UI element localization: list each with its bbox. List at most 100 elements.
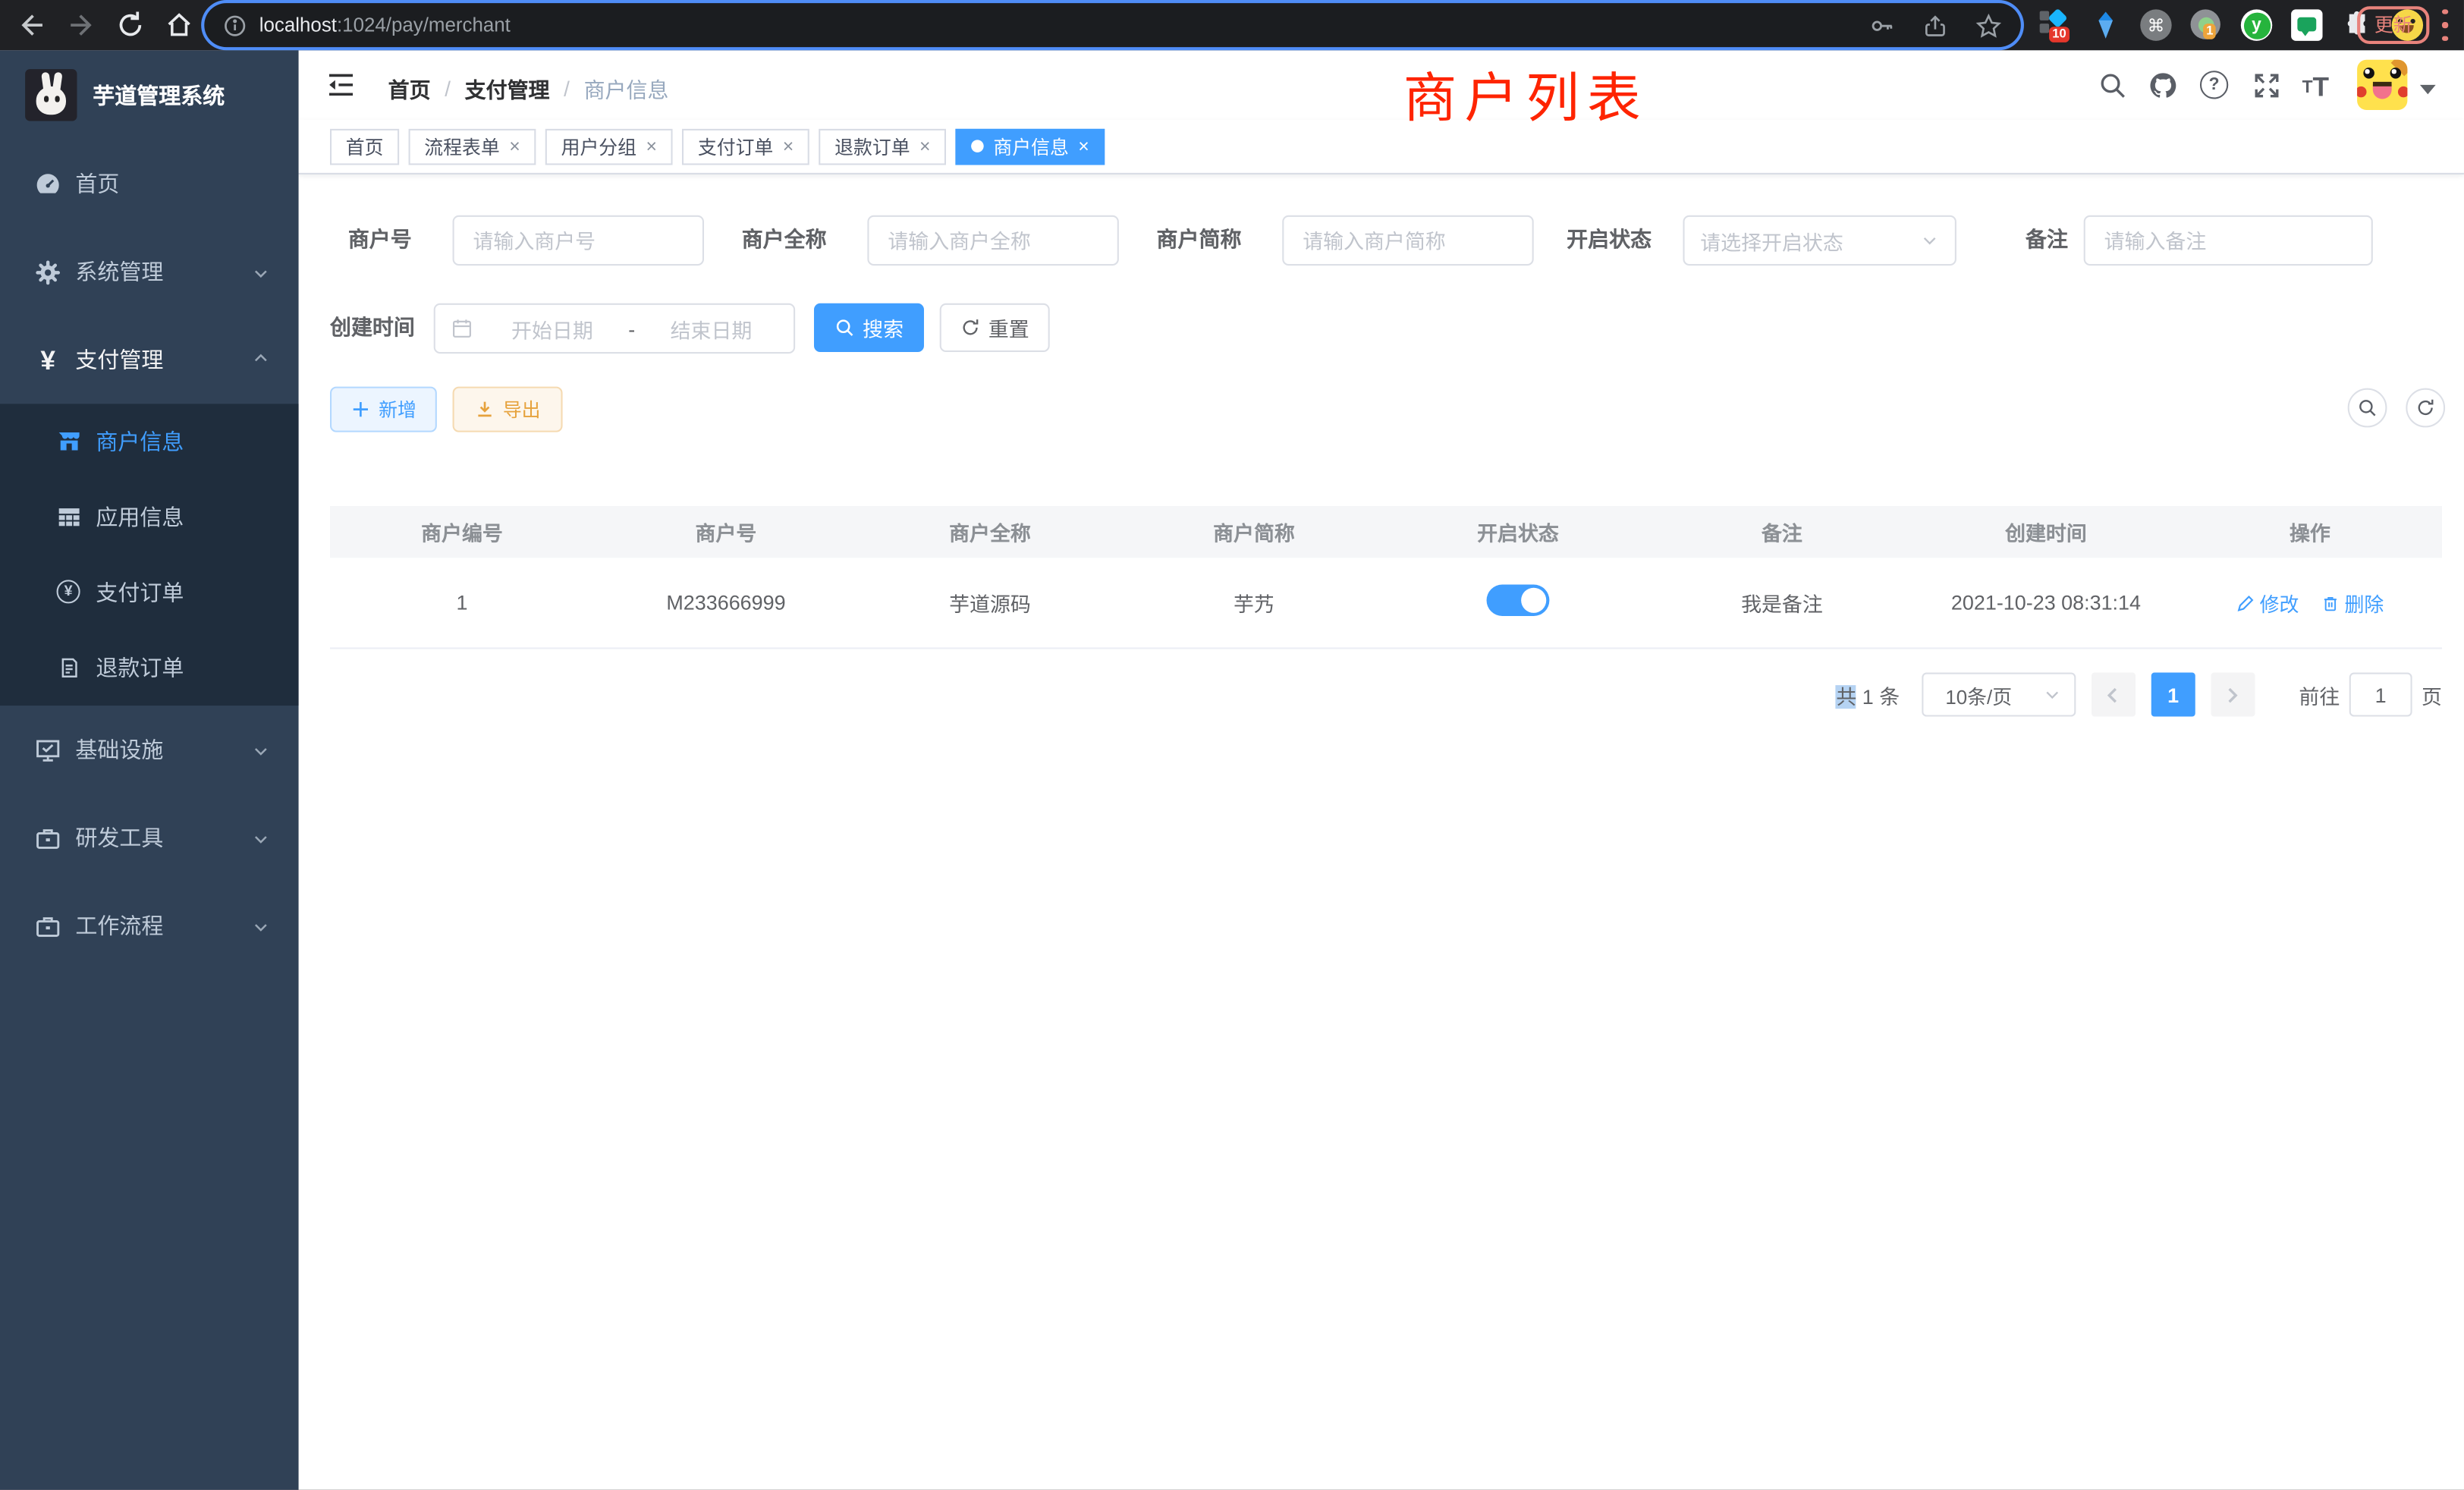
- cell-merchant-no: M233666999: [594, 591, 858, 615]
- github-icon[interactable]: [2148, 71, 2178, 100]
- fullscreen-icon[interactable]: [2252, 71, 2281, 100]
- table-row: 1 M233666999 芋道源码 芋艿 我是备注 2021-10-23 08:…: [330, 558, 2442, 649]
- short-name-input[interactable]: [1282, 215, 1533, 266]
- goto-label: 前往: [2299, 680, 2340, 709]
- close-icon[interactable]: ×: [509, 137, 520, 156]
- pay-submenu: 商户信息 应用信息 ¥ 支付订单 退款订单: [0, 404, 299, 706]
- tab-merchant-info[interactable]: 商户信息×: [956, 128, 1105, 165]
- extension-chat-icon[interactable]: [2291, 9, 2322, 40]
- reset-button[interactable]: 重置: [940, 303, 1050, 352]
- tab-refund-order[interactable]: 退款订单×: [819, 128, 946, 165]
- edit-link[interactable]: 修改: [2236, 588, 2299, 618]
- sidebar-item-label: 支付管理: [75, 344, 163, 376]
- sidebar-item-workflow[interactable]: 工作流程: [0, 882, 299, 970]
- sidebar-item-label: 应用信息: [96, 501, 184, 533]
- next-page-button[interactable]: [2211, 673, 2255, 717]
- password-key-icon[interactable]: [1868, 12, 1895, 39]
- browser-menu-icon[interactable]: [2442, 9, 2448, 40]
- toolbox-icon: [35, 824, 61, 850]
- breadcrumb: 首页 / 支付管理 / 商户信息: [388, 72, 669, 103]
- sidebar-item-merchant-info[interactable]: 商户信息: [0, 404, 299, 479]
- browser-forward-icon[interactable]: [66, 9, 97, 40]
- search-button[interactable]: 搜索: [814, 303, 924, 352]
- add-button[interactable]: 新增: [330, 387, 437, 432]
- close-icon[interactable]: ×: [646, 137, 657, 156]
- sidebar-item-refund-order[interactable]: 退款订单: [0, 630, 299, 706]
- chevron-down-icon: [1920, 231, 1939, 250]
- cell-merchant-id: 1: [330, 591, 594, 615]
- extension-blocks-icon[interactable]: 10: [2040, 9, 2071, 40]
- chevron-down-icon: [251, 262, 270, 281]
- tab-user-group[interactable]: 用户分组×: [545, 128, 673, 165]
- sidebar-item-infra[interactable]: 基础设施: [0, 706, 299, 794]
- breadcrumb-home[interactable]: 首页: [388, 72, 431, 103]
- table-search-toggle-icon[interactable]: [2348, 388, 2387, 428]
- prev-page-button[interactable]: [2092, 673, 2136, 717]
- merchant-no-label: 商户号: [330, 215, 412, 266]
- date-end-placeholder: 结束日期: [645, 313, 778, 343]
- close-icon[interactable]: ×: [919, 137, 931, 156]
- bookmark-star-icon[interactable]: [1975, 12, 2002, 39]
- site-info-icon[interactable]: [223, 14, 247, 37]
- cell-actions: 修改 删除: [2178, 588, 2442, 618]
- create-time-range-picker[interactable]: 开始日期 - 结束日期: [434, 303, 795, 354]
- col-full-name: 商户全称: [858, 517, 1122, 546]
- sidebar-item-devtools[interactable]: 研发工具: [0, 794, 299, 882]
- col-actions: 操作: [2178, 517, 2442, 546]
- browser-home-icon[interactable]: [163, 9, 194, 40]
- chrome-update-button[interactable]: 更新: [2357, 6, 2429, 44]
- extension-y-icon[interactable]: y: [2241, 9, 2272, 40]
- sidebar-item-label: 商户信息: [96, 426, 184, 457]
- tab-process-form[interactable]: 流程表单×: [409, 128, 536, 165]
- font-size-icon[interactable]: TT: [2302, 71, 2332, 100]
- table-refresh-icon[interactable]: [2406, 388, 2445, 428]
- chevron-down-icon: [251, 828, 270, 847]
- status-select[interactable]: 请选择开启状态: [1683, 215, 1956, 266]
- chevron-down-icon: [251, 740, 270, 759]
- sidebar-item-home[interactable]: 首页: [0, 140, 299, 228]
- address-bar[interactable]: localhost:1024/pay/merchant: [204, 3, 2021, 47]
- cell-status: [1386, 585, 1650, 621]
- page-size-select[interactable]: 10条/页: [1922, 673, 2076, 717]
- page-number-button[interactable]: 1: [2151, 673, 2195, 717]
- sidebar-item-system[interactable]: 系统管理: [0, 228, 299, 316]
- status-toggle[interactable]: [1487, 585, 1550, 616]
- cell-create-time: 2021-10-23 08:31:14: [1914, 591, 2178, 615]
- extension-circle-icon[interactable]: 1: [2191, 9, 2222, 40]
- share-icon[interactable]: [1922, 12, 1948, 39]
- close-icon[interactable]: ×: [783, 137, 794, 156]
- sidebar-fold-icon[interactable]: [325, 69, 357, 100]
- help-icon[interactable]: ?: [2200, 71, 2230, 100]
- extension-gem-icon[interactable]: [2090, 9, 2121, 40]
- sidebar-item-pay-order[interactable]: ¥ 支付订单: [0, 555, 299, 630]
- merchant-no-input[interactable]: [453, 215, 704, 266]
- browser-back-icon[interactable]: [16, 9, 47, 40]
- chevron-up-icon: [251, 350, 270, 369]
- remark-input[interactable]: [2084, 215, 2373, 266]
- monitor-check-icon: [35, 736, 61, 762]
- goto-page-input[interactable]: [2349, 673, 2412, 717]
- red-annotation-text: 商户列表: [1403, 55, 1648, 131]
- main-content: 首页 / 支付管理 / 商户信息 商户列表 ? TT 首页: [299, 50, 2464, 1489]
- status-label: 开启状态: [1560, 215, 1652, 266]
- gear-icon: [35, 259, 61, 285]
- full-name-input[interactable]: [867, 215, 1118, 266]
- short-name-label: 商户简称: [1150, 215, 1241, 266]
- sidebar-item-pay[interactable]: ¥ 支付管理: [0, 316, 299, 404]
- sidebar-item-app-info[interactable]: 应用信息: [0, 479, 299, 555]
- close-icon[interactable]: ×: [1078, 137, 1089, 156]
- full-name-label: 商户全称: [735, 215, 826, 266]
- user-avatar[interactable]: [2357, 60, 2407, 110]
- tab-home[interactable]: 首页: [330, 128, 399, 165]
- breadcrumb-pay[interactable]: 支付管理: [465, 72, 550, 103]
- delete-link[interactable]: 删除: [2321, 588, 2384, 618]
- app-logo-row[interactable]: 芋道管理系统: [0, 50, 299, 140]
- export-button[interactable]: 导出: [453, 387, 563, 432]
- goto-suffix: 页: [2422, 680, 2442, 709]
- browser-reload-icon[interactable]: [115, 9, 146, 40]
- avatar-caret-icon[interactable]: [2420, 85, 2436, 94]
- table-header: 商户编号 商户号 商户全称 商户简称 开启状态 备注 创建时间 操作: [330, 506, 2442, 558]
- search-icon[interactable]: [2098, 71, 2127, 100]
- tab-pay-order[interactable]: 支付订单×: [682, 128, 809, 165]
- extension-command-icon[interactable]: ⌘: [2140, 9, 2171, 40]
